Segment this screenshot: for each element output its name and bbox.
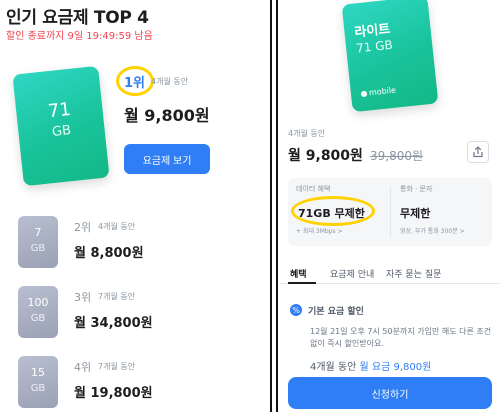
featured-period: 4개월 동안 (151, 77, 189, 86)
call-detail[interactable]: 영상, 부가 통화 300분 > (400, 226, 465, 235)
plan-card-unit: GB (30, 313, 46, 324)
popular-plans-panel: 인기 요금제 TOP 4 할인 종료까지 9일 19:49:59 남음 71 G… (0, 0, 268, 412)
discount-title: 기본 요금 할인 (308, 307, 364, 317)
plan-price: 월 19,800원 (74, 386, 153, 401)
detail-tabs: 혜택 요금제 안내 자주 묻는 질문 (280, 262, 500, 284)
plan-card-unit: GB (30, 383, 46, 394)
data-benefit-label: 데이터 혜택 (296, 185, 331, 193)
call-value: 무제한 (400, 207, 431, 220)
info-divider (390, 186, 391, 238)
plan-row[interactable]: 100 GB 3위 7개월 동안 월 34,800원 (0, 286, 268, 352)
plan-row[interactable]: 7 GB 2위 4개월 동안 월 8,800원 (0, 216, 268, 282)
plan-period: 7개월 동안 (98, 292, 136, 301)
featured-plan-card[interactable]: 71 GB (12, 65, 110, 187)
discount-description: 12월 21일 오후 7시 50분까지 가입만 해도 다른 조건없이 즉시 할인… (310, 327, 492, 348)
plan-card-gb: 7 (34, 226, 42, 239)
discount-icon: % (290, 304, 302, 316)
page-title: 인기 요금제 TOP 4 (6, 8, 149, 28)
view-plan-button[interactable]: 요금제 보기 (124, 144, 210, 174)
plan-row[interactable]: 15 GB 4위 7개월 동안 월 19,800원 (0, 356, 268, 412)
plan-card-gb: 100 (27, 296, 49, 309)
brand-icon (360, 90, 368, 97)
plan-rank: 4위 (74, 361, 92, 374)
brand-label: mobile (368, 85, 397, 98)
plan-price: 월 8,800원 (74, 246, 144, 261)
discount-price-prefix: 4개월 동안 (310, 362, 360, 373)
plan-card-unit: GB (30, 243, 46, 254)
featured-rank: 1위 (124, 76, 146, 91)
plan-card: 15 GB (18, 356, 58, 408)
panel-divider (268, 0, 280, 412)
plan-info-box: 데이터 혜택 71GB 무제한 + 최대 3Mbps > 통화 · 문자 무제한… (288, 178, 492, 246)
apply-button[interactable]: 신청하기 (288, 377, 492, 409)
plan-price: 월 34,800원 (74, 316, 153, 331)
data-benefit-value: 71GB 무제한 (298, 207, 365, 220)
plan-name: 라이트 (353, 21, 392, 41)
current-price: 월 9,800원 (288, 148, 363, 164)
discount-price: 4개월 동안 월 요금 9,800원 (310, 358, 431, 373)
share-button[interactable] (467, 141, 489, 163)
plan-period: 7개월 동안 (98, 362, 136, 371)
original-price: 39,800원 (370, 149, 424, 163)
plan-rank: 2위 (74, 221, 92, 234)
plan-detail-panel: 라이트 71 GB mobile 4개월 동안 월 9,800원 39,800원… (280, 0, 500, 412)
plan-card: 7 GB (18, 216, 58, 268)
plan-period: 4개월 동안 (98, 222, 136, 231)
plan-card: 100 GB (18, 286, 58, 338)
tab-faq[interactable]: 자주 묻는 질문 (386, 267, 441, 280)
data-benefit-detail[interactable]: + 최대 3Mbps > (296, 226, 343, 235)
plan-rank: 3위 (74, 291, 92, 304)
discount-price-value: 월 요금 9,800원 (359, 362, 432, 373)
tab-plan-guide[interactable]: 요금제 안내 (330, 267, 374, 280)
share-icon (473, 146, 483, 158)
discount-countdown: 할인 종료까지 9일 19:49:59 남음 (6, 31, 153, 42)
brand-logo: mobile (360, 85, 397, 99)
discount-period: 4개월 동안 (288, 129, 326, 138)
plan-card: 라이트 71 GB mobile (341, 0, 439, 113)
active-tab-indicator (288, 282, 316, 284)
featured-price: 월 9,800원 (124, 106, 210, 125)
tab-benefits[interactable]: 혜택 (290, 267, 307, 280)
plan-card-gb: 15 (31, 366, 45, 379)
call-label: 통화 · 문자 (400, 185, 433, 193)
plan-card-gb: 71 GB (355, 37, 394, 56)
